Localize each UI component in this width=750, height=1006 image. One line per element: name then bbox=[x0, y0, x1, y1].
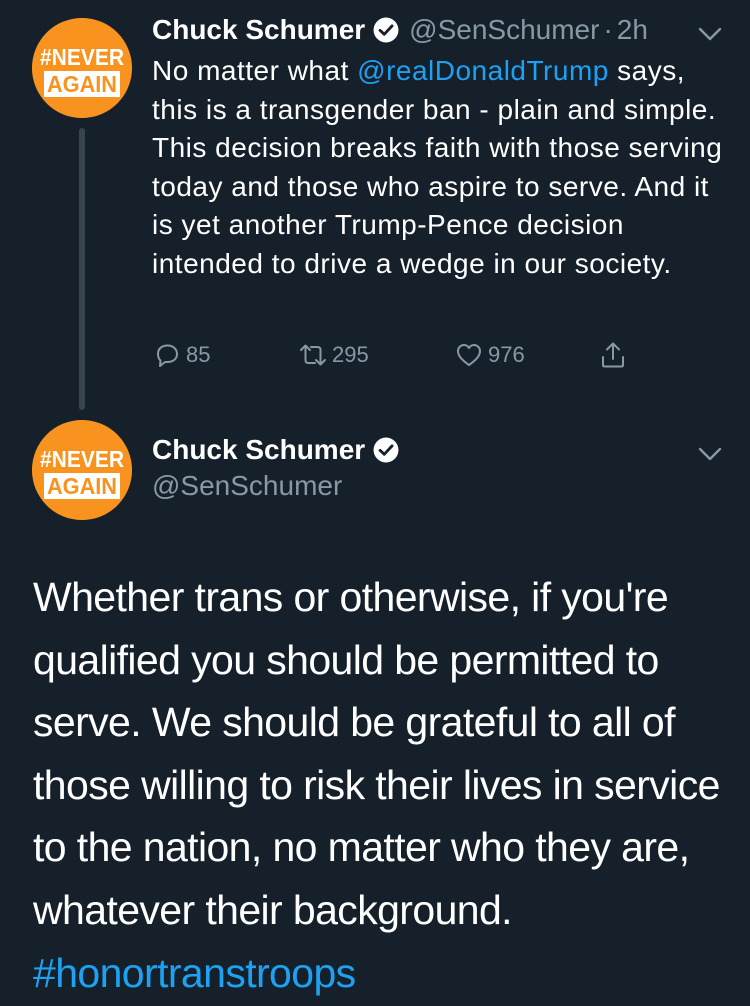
verified-badge-icon bbox=[373, 437, 399, 463]
chevron-down-icon[interactable] bbox=[696, 24, 724, 44]
reply-icon bbox=[157, 344, 178, 367]
reply-button[interactable]: 85 bbox=[152, 340, 210, 370]
avatar-line2: AGAIN bbox=[47, 71, 117, 97]
avatar-line1: #NEVER bbox=[40, 44, 124, 70]
tweet-text-part: says, this is a transgender ban - plain … bbox=[152, 55, 723, 279]
like-count: 976 bbox=[488, 342, 525, 367]
tweet-body: Whether trans or otherwise, if you're qu… bbox=[33, 566, 733, 1004]
tweet-header: Chuck Schumer @SenSchumer · 2h bbox=[152, 14, 648, 46]
chevron-down-icon[interactable] bbox=[696, 444, 724, 464]
avatar[interactable]: #NEVER AGAIN bbox=[32, 18, 132, 118]
tweet-body: No matter what @realDonaldTrump says, th… bbox=[152, 52, 732, 284]
retweet-count: 295 bbox=[332, 342, 369, 367]
separator-dot: · bbox=[603, 14, 613, 45]
avatar[interactable]: #NEVER AGAIN bbox=[32, 420, 132, 520]
retweet-button[interactable]: 295 bbox=[298, 340, 369, 370]
like-button[interactable]: 976 bbox=[454, 340, 525, 370]
tweet-text: Whether trans or otherwise, if you're qu… bbox=[33, 574, 720, 933]
share-button[interactable] bbox=[598, 340, 632, 370]
reply-count: 85 bbox=[186, 342, 211, 367]
verified-badge-icon bbox=[373, 17, 399, 43]
timestamp[interactable]: 2h bbox=[617, 14, 648, 46]
heart-icon bbox=[457, 344, 481, 366]
author-handle[interactable]: @SenSchumer bbox=[152, 470, 342, 502]
never-again-logo: #NEVER AGAIN bbox=[32, 18, 132, 118]
avatar-line2: AGAIN bbox=[47, 473, 117, 499]
tweet-text-part: No matter what bbox=[152, 55, 358, 86]
avatar-line1: #NEVER bbox=[40, 446, 124, 472]
mention-link[interactable]: @realDonaldTrump bbox=[357, 55, 609, 86]
retweet-icon bbox=[300, 344, 326, 366]
author-handle[interactable]: @SenSchumer bbox=[409, 14, 599, 46]
author-name[interactable]: Chuck Schumer bbox=[152, 434, 365, 466]
share-icon bbox=[602, 342, 624, 368]
never-again-logo: #NEVER AGAIN bbox=[32, 420, 132, 520]
thread-connector-line bbox=[79, 128, 85, 410]
tweet-header: Chuck Schumer bbox=[152, 434, 409, 466]
author-name[interactable]: Chuck Schumer bbox=[152, 14, 365, 46]
hashtag-link[interactable]: #honortranstroops bbox=[33, 942, 733, 1005]
